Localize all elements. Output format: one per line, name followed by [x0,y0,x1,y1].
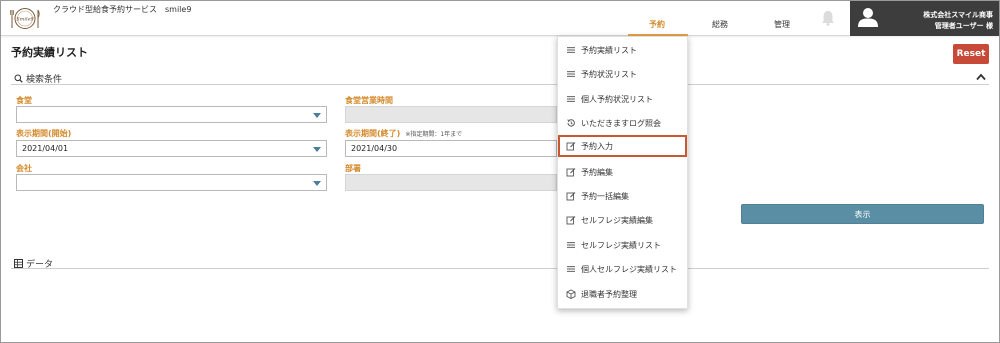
end-date-label-text: 表示期間(終了) [345,129,401,138]
box-icon [566,289,576,299]
logo-text: Smile9 [16,17,34,23]
menu-item-label: 予約一括編集 [581,191,629,201]
menu-item-label: 退職者予約整理 [581,289,637,299]
menu-item-label: 個人セルフレジ実績リスト [581,264,677,274]
start-date-label: 表示期間(開始) [16,129,72,138]
app-title: クラウド型給食予約サービス smile9 [53,5,192,14]
table-icon [14,259,23,268]
end-date-note: ※指定期間：1年まで [405,131,463,138]
company-label: 会社 [16,164,32,173]
menu-item-personal-reservation-status-list[interactable]: 個人予約状況リスト [559,88,686,110]
reservation-dropdown-menu: 予約実績リスト 予約状況リスト 個人予約状況リスト いただきますログ照会 予約入… [557,36,688,309]
user-avatar-icon [858,8,878,27]
search-section-divider [11,84,989,85]
department-label: 部署 [345,164,361,173]
menu-item-self-register-results-list[interactable]: セルフレジ実績リスト [559,234,686,256]
hours-select [345,106,557,123]
list-icon [567,71,575,77]
cafeteria-select[interactable] [16,106,327,123]
menu-item-label: 予約入力 [581,141,613,151]
edit-icon [566,168,576,177]
menu-item-label: 予約実績リスト [581,45,637,55]
collapse-caret-icon[interactable] [976,73,986,81]
menu-item-reservation-input[interactable]: 予約入力 [558,135,687,157]
list-icon [567,47,575,53]
menu-item-bulk-reservation-edit[interactable]: 予約一括編集 [559,185,686,207]
nav-tab-general-affairs[interactable]: 総務 [700,19,740,30]
bell-icon[interactable] [819,9,837,27]
smile9-logo[interactable]: Smile9 [9,5,41,32]
menu-item-retiree-reservation-cleanup[interactable]: 退職者予約整理 [559,283,686,305]
menu-item-personal-self-register-results-list[interactable]: 個人セルフレジ実績リスト [559,258,686,280]
cafeteria-label: 食堂 [16,96,32,105]
top-header: Smile9 クラウド型給食予約サービス smile9 予約 総務 管理 株式会… [1,1,999,36]
edit-icon [566,192,576,201]
edit-icon [566,142,576,151]
edit-icon [566,216,576,225]
reset-button[interactable]: Reset [953,44,989,64]
start-date-value: 2021/04/01 [22,144,69,153]
history-icon [567,119,575,127]
list-icon [567,96,575,102]
user-name: 管理者ユーザー 様 [934,22,993,30]
end-date-label: 表示期間(終了) ※指定期間：1年まで [345,128,462,139]
search-icon [14,74,23,83]
list-icon [567,266,575,272]
nav-tab-management[interactable]: 管理 [762,19,802,30]
company-select[interactable] [16,174,327,191]
list-icon [567,242,575,248]
menu-item-reservation-status-list[interactable]: 予約状況リスト [559,63,686,85]
chevron-down-icon [313,147,321,152]
menu-item-reservation-results-list[interactable]: 予約実績リスト [559,39,686,61]
data-section-divider [11,268,989,269]
hours-label: 食堂営業時間 [345,96,393,105]
menu-item-label: 予約状況リスト [581,69,637,79]
menu-item-reservation-edit[interactable]: 予約編集 [559,161,686,183]
menu-item-itadakimasu-log[interactable]: いただきますログ照会 [559,112,686,134]
end-date-select[interactable]: 2021/04/30 [345,140,557,157]
menu-item-label: セルフレジ実績編集 [581,215,653,225]
start-date-select[interactable]: 2021/04/01 [16,140,327,157]
show-button[interactable]: 表示 [741,204,984,224]
page-title: 予約実績リスト [11,46,88,59]
nav-tab-reservation[interactable]: 予約 [637,19,677,30]
window-frame [0,0,1000,343]
menu-item-label: 個人予約状況リスト [581,94,653,104]
chevron-down-icon [313,113,321,118]
end-date-value: 2021/04/30 [351,144,398,153]
company-name: 株式会社スマイル商事 [923,11,993,19]
menu-item-self-register-results-edit[interactable]: セルフレジ実績編集 [559,209,686,231]
user-panel[interactable]: 株式会社スマイル商事 管理者ユーザー 様 [850,1,999,36]
chevron-down-icon [313,181,321,186]
menu-item-label: 予約編集 [581,167,613,177]
department-select [345,174,557,191]
menu-item-label: いただきますログ照会 [581,118,661,128]
menu-item-label: セルフレジ実績リスト [581,240,661,250]
